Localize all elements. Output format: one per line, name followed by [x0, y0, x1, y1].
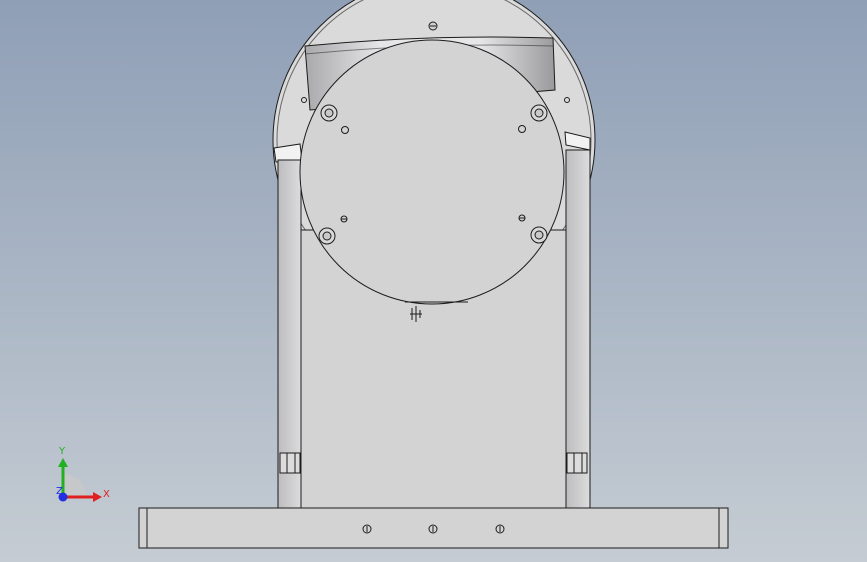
triad-y-label: Y	[58, 446, 66, 457]
front-disc-bolt-top-right	[530, 104, 548, 122]
front-disc-bolt-bottom-left	[318, 227, 336, 245]
left-lower-block	[279, 452, 301, 474]
triad-z-label: Z	[56, 486, 63, 497]
base-screw	[428, 524, 438, 534]
triad-x-label: X	[103, 489, 110, 500]
model-view[interactable]: Y X Z	[0, 0, 867, 562]
front-disc-bolt-top-left	[320, 104, 338, 122]
reference-triad[interactable]: Y X Z	[56, 446, 110, 502]
front-disc-bolt-bottom-right	[530, 226, 548, 244]
triad-xy-plane-icon	[63, 474, 86, 497]
base-screw	[495, 524, 505, 534]
right-lower-block	[566, 452, 588, 474]
cad-graphics-viewport[interactable]: Y X Z	[0, 0, 867, 562]
front-disc	[299, 39, 565, 305]
base-screw	[362, 524, 372, 534]
